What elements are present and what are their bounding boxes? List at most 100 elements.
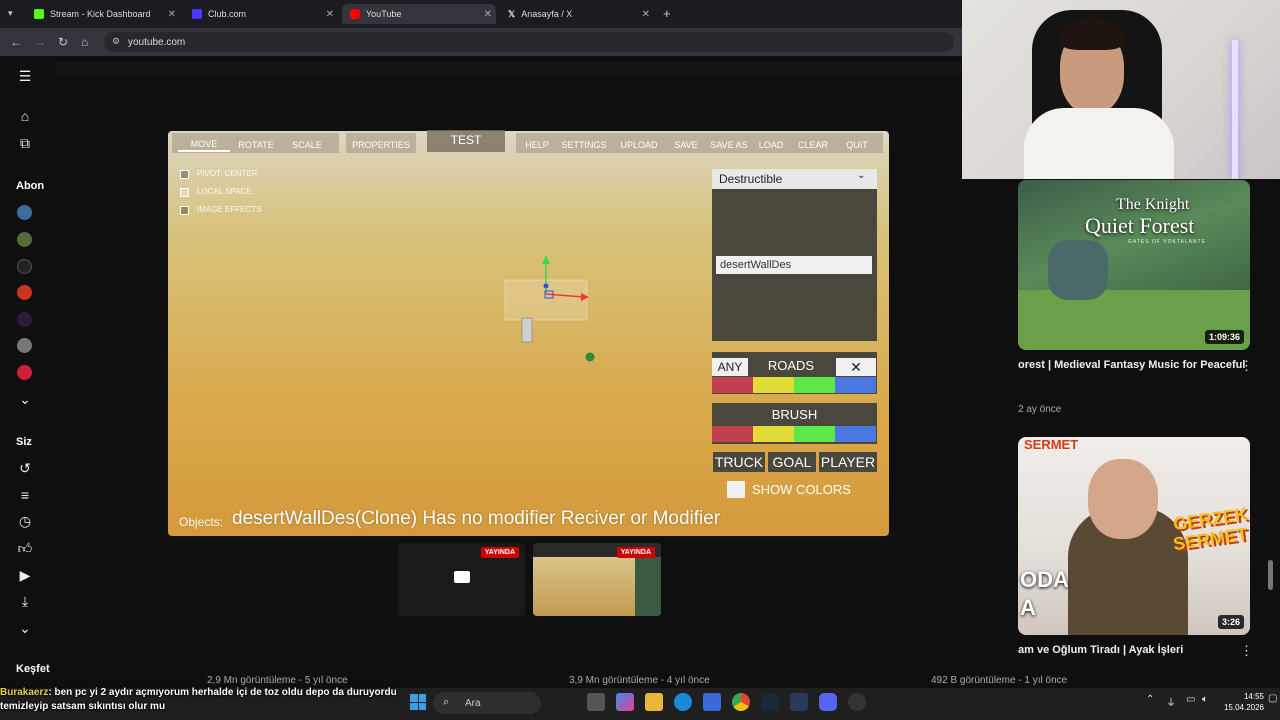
channel-avatar[interactable] [17,232,32,247]
tab-x-home[interactable]: 𝕏 Anasayfa / X ✕ [500,4,654,24]
tray-overflow-icon[interactable]: ⌃ [1146,694,1154,705]
close-tab-icon[interactable]: ✕ [484,9,492,20]
copilot-icon[interactable] [616,693,634,711]
close-roads-button[interactable]: ✕ [836,358,876,376]
thumbnail-knight [1048,240,1108,300]
address-bar[interactable]: ⚙ youtube.com [104,32,954,52]
channel-avatar[interactable] [17,259,32,274]
video-thumbnail[interactable]: SERMET GERZEK SERMET ODA A 3:26 [1018,437,1250,635]
channel-avatar[interactable] [17,205,32,220]
object-list-item[interactable]: desertWallDes [716,256,872,274]
pivot-label: PIVOT: CENTER [197,169,258,178]
video-title[interactable]: orest | Medieval Fantasy Music for Peace… [1018,359,1245,371]
brush-swatch-red[interactable] [712,426,753,442]
tab-youtube[interactable]: YouTube ✕ [342,4,496,24]
rotate-button[interactable]: ROTATE [232,138,280,152]
shorts-nav-icon[interactable]: ⧉ [16,134,34,152]
pivot-checkbox[interactable] [180,170,189,179]
search-placeholder: Ara [465,697,481,709]
task-view-icon[interactable] [587,693,605,711]
close-tab-icon[interactable]: ✕ [642,9,650,20]
stream-preview-screen[interactable]: YAYINDA [533,543,661,616]
reload-icon[interactable]: ↻ [58,35,68,49]
help-button[interactable]: HELP [520,138,554,152]
edge-icon[interactable] [674,693,692,711]
show-more-chevron-icon[interactable]: ⌄ [16,619,34,637]
discord-icon[interactable] [819,693,837,711]
category-dropdown[interactable]: Destructible [712,169,877,189]
save-as-button[interactable]: SAVE AS [706,138,752,152]
clear-button[interactable]: CLEAR [792,138,834,152]
home-nav-icon[interactable]: ⌂ [16,107,34,125]
network-icon[interactable]: ▭ [1186,694,1195,705]
road-swatch-yellow[interactable] [753,377,794,393]
stream-preview-camera[interactable]: YAYINDA [398,543,525,616]
player-button[interactable]: PLAYER [819,452,877,472]
upload-button[interactable]: UPLOAD [614,138,664,152]
image-effects-checkbox[interactable] [180,206,189,215]
downloads-icon[interactable]: ⤓ [16,592,34,610]
tab-list-chevron-icon[interactable]: ▾ [8,8,13,19]
home-icon[interactable]: ⌂ [81,35,88,49]
road-swatch-green[interactable] [794,377,835,393]
history-icon[interactable]: ↺ [16,459,34,477]
store-icon[interactable] [703,693,721,711]
test-button[interactable]: TEST [427,133,505,147]
show-more-chevron-icon[interactable]: ⌄ [16,390,34,408]
liked-videos-icon[interactable]: 👍︎ [16,539,34,557]
new-tab-icon[interactable]: + [663,6,671,21]
tab-kick-dashboard[interactable]: Stream - Kick Dashboard ✕ [26,4,180,24]
video-thumbnail[interactable]: The Knight Quiet Forest GATES OF VOKTALA… [1018,180,1250,350]
watch-later-icon[interactable]: ◷ [16,512,34,530]
channel-avatar[interactable] [17,338,32,353]
move-button[interactable]: MOVE [178,138,230,152]
channel-avatar[interactable] [17,285,32,300]
dropdown-chevron-icon[interactable]: ⌄ [857,170,865,181]
file-explorer-icon[interactable] [645,693,663,711]
close-tab-icon[interactable]: ✕ [326,9,334,20]
x-logo-icon: 𝕏 [508,8,516,19]
properties-button[interactable]: PROPERTIES [346,138,416,152]
road-swatch-red[interactable] [712,377,753,393]
obs-icon[interactable] [848,693,866,711]
app-icon[interactable] [790,693,808,711]
notifications-icon[interactable]: ▢ [1268,693,1277,704]
load-button[interactable]: LOAD [754,138,788,152]
more-actions-icon[interactable]: ⋮ [1240,358,1253,374]
live-badge: YAYINDA [616,547,655,558]
forward-icon[interactable]: → [34,35,46,49]
road-swatch-blue[interactable] [835,377,876,393]
menu-icon[interactable]: ☰ [16,67,34,85]
show-colors-checkbox[interactable] [727,481,745,498]
brush-swatch-green[interactable] [794,426,835,442]
brush-swatch-blue[interactable] [835,426,876,442]
taskbar-search[interactable]: ⌕ Ara [433,692,541,714]
close-tab-icon[interactable]: ✕ [168,9,176,20]
transform-gizmo[interactable] [495,250,605,370]
settings-button[interactable]: SETTINGS [558,138,610,152]
thumb-title-line2: Quiet Forest [1085,213,1195,238]
video-title[interactable]: am ve Oğlum Tiradı | Ayak İşleri [1018,644,1183,656]
save-button[interactable]: SAVE [668,138,704,152]
truck-button[interactable]: TRUCK [713,452,765,472]
taskbar-clock[interactable]: 14:55 15.04.2026 [1222,691,1264,713]
channel-avatar[interactable] [17,312,32,327]
channel-avatar[interactable] [17,365,32,380]
playlists-icon[interactable]: ≡ [16,486,34,504]
tab-club[interactable]: Club.com ✕ [184,4,338,24]
scale-button[interactable]: SCALE [283,138,331,152]
quit-button[interactable]: QUIT [838,138,876,152]
more-actions-icon[interactable]: ⋮ [1240,643,1253,659]
back-icon[interactable]: ← [10,35,22,49]
your-videos-icon[interactable]: ▶ [16,566,34,584]
scrollbar-thumb[interactable] [1268,560,1273,590]
local-space-checkbox[interactable] [180,188,189,197]
brush-swatch-yellow[interactable] [753,426,794,442]
usb-icon[interactable]: ⏚ [1166,694,1176,709]
any-button[interactable]: ANY [712,358,748,376]
goal-button[interactable]: GOAL [768,452,816,472]
steam-icon[interactable] [761,693,779,711]
volume-icon[interactable]: 🔈︎ [1202,694,1208,705]
chrome-icon[interactable] [732,693,750,711]
site-info-icon[interactable]: ⚙ [112,36,120,47]
